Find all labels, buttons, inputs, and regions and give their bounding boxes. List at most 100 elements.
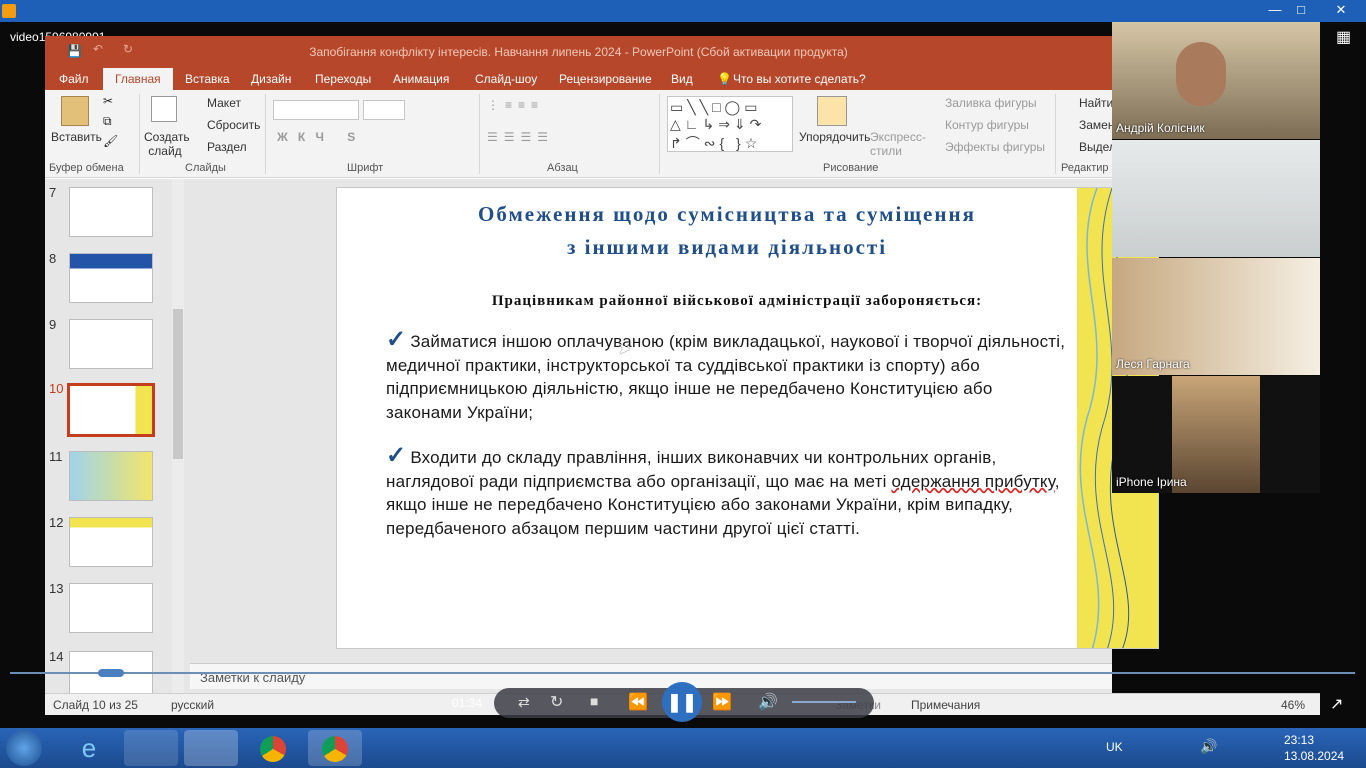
slide-canvas[interactable]: Обмеження щодо сумісництва та суміщення … [336, 187, 1159, 649]
slide-thumbnail[interactable] [69, 319, 153, 369]
chrome-icon[interactable] [308, 730, 362, 766]
participant-tile[interactable]: iPhone Ірина [1112, 376, 1320, 493]
participant-tile[interactable] [1112, 140, 1320, 257]
repeat-icon[interactable]: ↻ [550, 692, 563, 712]
file-explorer-icon[interactable] [124, 730, 178, 766]
thumb-number: 7 [49, 185, 57, 200]
replace-button[interactable]: Замен [1079, 118, 1114, 132]
divider [139, 94, 140, 174]
thumbnails-scrollbar[interactable] [172, 179, 184, 700]
tab-home[interactable]: Главная [103, 68, 173, 90]
group-editing: Редактир [1061, 162, 1109, 174]
volume-slider[interactable] [792, 701, 856, 703]
find-button[interactable]: Найти [1079, 96, 1113, 110]
checkmark-icon: ✓ [386, 442, 407, 469]
fullscreen-icon[interactable]: ↗ [1330, 694, 1343, 714]
thumb-number: 11 [49, 449, 63, 464]
seek-bar[interactable] [10, 669, 1355, 677]
ppt-window-title: Запобігання конфлікту інтересів. Навчанн… [309, 45, 848, 59]
quick-styles-button[interactable]: Экспресс-стили [870, 130, 926, 158]
maximize-icon[interactable]: □ [1288, 0, 1314, 20]
clock-time: 23:13 [1284, 733, 1315, 747]
paragraph-align-icons[interactable]: ☰☰☰☰ [487, 130, 554, 144]
slide-thumbnail[interactable] [69, 253, 153, 303]
group-font: Шрифт [347, 162, 384, 174]
new-slide-icon[interactable] [151, 96, 177, 122]
participant-tile[interactable]: Андрій Колісник [1112, 22, 1320, 139]
copy-icon[interactable]: ⧉ [103, 114, 112, 129]
media-player-icon[interactable] [184, 730, 238, 766]
select-button[interactable]: Выдел [1079, 140, 1116, 154]
slide-thumbnail-selected[interactable] [67, 383, 155, 437]
participant-name: iPhone Ірина [1116, 475, 1187, 489]
tab-transitions[interactable]: Переходы [315, 72, 371, 86]
font-size-field[interactable] [363, 100, 405, 120]
group-paragraph: Абзац [547, 162, 578, 174]
shape-outline-button[interactable]: Контур фигуры [945, 118, 1029, 132]
shape-fill-button[interactable]: Заливка фигуры [945, 96, 1037, 110]
reset-button[interactable]: Сбросить [207, 118, 260, 132]
taskbar: e UK 🔊 23:13 13.08.2024 [0, 728, 1366, 768]
tab-file[interactable]: Файл [59, 72, 89, 86]
shapes-gallery[interactable]: ▭╲╲□◯▭ △∟↳⇒⇓↷ ↱⌒∾{ }☆ [667, 96, 793, 152]
thumb-number: 12 [49, 515, 64, 530]
ppt-title-bar: 💾 ↶ ↻ Запобігання конфлікту інтересів. Н… [45, 36, 1112, 68]
internet-explorer-icon[interactable]: e [62, 730, 116, 766]
section-button[interactable]: Раздел [207, 140, 247, 154]
slide-subtitle: Працівникам районної військової адмініст… [491, 293, 983, 309]
group-drawing: Рисование [823, 162, 879, 174]
clipboard-icon[interactable] [61, 96, 89, 126]
bullet-paragraph: ✓ Входити до складу правління, інших вико… [386, 444, 1066, 540]
layout-grid-icon[interactable]: ▦ [1336, 30, 1354, 46]
slide-thumbnail[interactable] [69, 583, 153, 633]
participant-name: Андрій Колісник [1116, 121, 1205, 135]
new-slide-button[interactable]: Создать слайд [144, 130, 190, 158]
tab-design[interactable]: Дизайн [251, 72, 291, 86]
scrollbar-thumb[interactable] [173, 309, 183, 459]
participants-panel: Андрій Колісник Леся Гарнага iPhone Ірин… [1112, 22, 1320, 493]
tab-animation[interactable]: Анимация [393, 72, 449, 86]
tab-slideshow[interactable]: Слайд-шоу [475, 72, 537, 86]
playback-time: 01:34 [452, 696, 483, 710]
slide-thumbnail[interactable] [69, 451, 153, 501]
mouse-cursor-icon: ➤ [618, 341, 632, 358]
format-painter-icon[interactable]: 🖌 [103, 134, 118, 148]
participant-tile[interactable]: Леся Гарнага [1112, 258, 1320, 375]
fast-forward-icon[interactable]: ⏩ [712, 692, 732, 712]
ribbon-tabs: Файл Главная Вставка Дизайн Переходы Ани… [45, 68, 1112, 90]
font-name-field[interactable] [273, 100, 359, 120]
minimize-icon[interactable]: — [1262, 0, 1288, 20]
thumb-number: 8 [49, 251, 57, 266]
thumb-number: 14 [49, 649, 64, 664]
volume-icon[interactable]: 🔊 [758, 692, 778, 712]
pause-button[interactable]: ❚❚ [662, 682, 702, 722]
tab-insert[interactable]: Вставка [185, 72, 230, 86]
tab-view[interactable]: Вид [671, 72, 693, 86]
tell-me-search[interactable]: Что вы хотите сделать? [733, 72, 866, 86]
start-button[interactable] [6, 730, 42, 766]
seek-handle[interactable] [98, 669, 124, 677]
player-controls: 01:34 ⇄ ↻ ■ ⏪ ❚❚ ⏩ 🔊 ↗ [0, 666, 1366, 722]
thumb-number: 13 [49, 581, 64, 596]
paste-button[interactable]: Вставить [51, 130, 102, 144]
shape-effects-button[interactable]: Эффекты фигуры [945, 140, 1045, 154]
close-icon[interactable]: ✕ [1328, 0, 1354, 20]
rewind-icon[interactable]: ⏪ [628, 692, 648, 712]
shuffle-icon[interactable]: ⇄ [518, 694, 530, 711]
arrange-icon[interactable] [817, 96, 847, 126]
participant-video [1176, 42, 1226, 106]
arrange-button[interactable]: Упорядочить [799, 130, 870, 144]
list-icons[interactable]: ⋮≡≡≡ [487, 98, 544, 112]
volume-tray-icon[interactable]: 🔊 [1200, 738, 1217, 755]
keyboard-language[interactable]: UK [1106, 740, 1123, 754]
divider [265, 94, 266, 174]
slide-thumbnail[interactable] [69, 517, 153, 567]
tab-review[interactable]: Рецензирование [559, 72, 652, 86]
layout-button[interactable]: Макет [207, 96, 241, 110]
chrome-icon[interactable] [246, 730, 300, 766]
cut-icon[interactable]: ✂ [103, 94, 113, 108]
stop-icon[interactable]: ■ [590, 693, 598, 709]
slide-thumbnail[interactable] [69, 187, 153, 237]
font-format-icons[interactable]: ЖКЧ S [277, 130, 365, 144]
spellcheck-underlined-text: одержання прибутку [891, 471, 1055, 491]
